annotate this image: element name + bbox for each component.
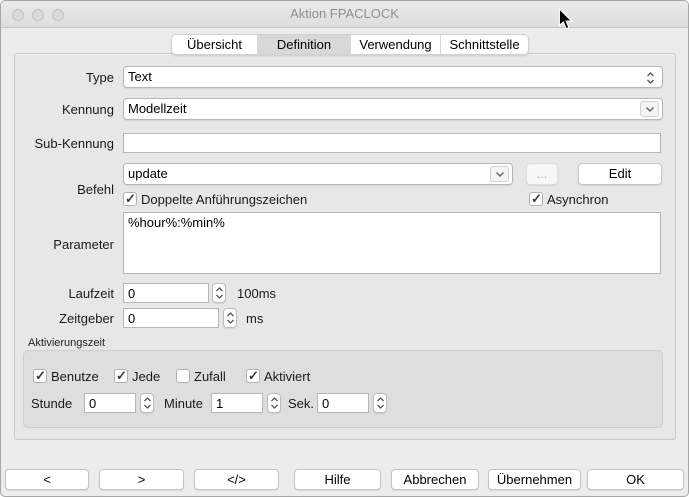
jede-checkbox[interactable]	[114, 369, 128, 383]
parameter-label: Parameter	[1, 237, 114, 252]
chevron-down-icon[interactable]	[490, 166, 509, 182]
befehl-value: update	[128, 166, 168, 181]
stunde-input[interactable]	[84, 393, 136, 413]
zeitgeber-unit: ms	[246, 311, 263, 326]
parameter-textarea[interactable]: %hour%:%min%	[123, 212, 661, 274]
close-button[interactable]	[12, 9, 24, 21]
aktiviert-checkbox[interactable]	[246, 369, 260, 383]
chevron-down-icon[interactable]	[640, 101, 659, 117]
abbrechen-button[interactable]: Abbrechen	[391, 469, 479, 490]
sub-kennung-input[interactable]	[123, 133, 661, 153]
aktiviert-label: Aktiviert	[264, 369, 310, 384]
tab-schnittstelle[interactable]: Schnittstelle	[441, 35, 528, 54]
titlebar: Aktion FPACLOCK	[1, 1, 688, 28]
zoom-button[interactable]	[52, 9, 64, 21]
befehl-more-button[interactable]: ...	[526, 163, 558, 185]
zeitgeber-label: Zeitgeber	[1, 311, 114, 326]
kennung-value: Modellzeit	[128, 101, 187, 116]
sek-input[interactable]	[317, 393, 369, 413]
befehl-label: Befehl	[1, 182, 114, 197]
zufall-label: Zufall	[194, 369, 226, 384]
befehl-edit-button[interactable]: Edit	[578, 163, 662, 185]
kennung-combobox[interactable]: Modellzeit	[123, 98, 663, 120]
benutze-label: Benutze	[51, 369, 99, 384]
laufzeit-input[interactable]	[123, 283, 209, 303]
stunde-stepper[interactable]	[140, 393, 154, 413]
stepper-updown-icon	[215, 285, 224, 301]
befehl-combobox[interactable]: update	[123, 163, 513, 185]
stepper-updown-icon	[226, 310, 235, 326]
sub-kennung-label: Sub-Kennung	[1, 136, 114, 151]
aktivierungszeit-title: Aktivierungszeit	[28, 337, 105, 349]
jede-label: Jede	[132, 369, 160, 384]
minimize-button[interactable]	[32, 9, 44, 21]
prev-button[interactable]: <	[5, 469, 89, 490]
aktivierungszeit-box	[23, 350, 663, 428]
stepper-updown-icon	[376, 395, 385, 411]
ok-button[interactable]: OK	[587, 469, 684, 490]
stunde-label: Stunde	[31, 396, 72, 411]
sek-stepper[interactable]	[373, 393, 387, 413]
minute-input[interactable]	[211, 393, 263, 413]
minute-label: Minute	[164, 396, 203, 411]
traffic-lights	[12, 9, 64, 21]
tab-verwendung[interactable]: Verwendung	[351, 35, 441, 54]
tab-bar: Übersicht Definition Verwendung Schnitts…	[171, 34, 529, 55]
stepper-updown-icon	[143, 395, 152, 411]
stepper-updown-icon	[270, 395, 279, 411]
code-button[interactable]: </>	[194, 469, 279, 490]
minute-stepper[interactable]	[267, 393, 281, 413]
type-popup[interactable]: Text	[123, 66, 663, 88]
popup-updown-icon	[646, 71, 655, 85]
laufzeit-label: Laufzeit	[1, 286, 114, 301]
sek-label: Sek.	[288, 396, 314, 411]
double-quotes-label: Doppelte Anführungszeichen	[141, 192, 307, 207]
uebernehmen-button[interactable]: Übernehmen	[488, 469, 581, 490]
tab-uebersicht[interactable]: Übersicht	[172, 35, 258, 54]
benutze-checkbox[interactable]	[33, 369, 47, 383]
zufall-checkbox[interactable]	[176, 369, 190, 383]
window-title: Aktion FPACLOCK	[1, 1, 688, 27]
zeitgeber-input[interactable]	[123, 308, 219, 328]
hilfe-button[interactable]: Hilfe	[294, 469, 381, 490]
mouse-cursor-icon	[558, 9, 574, 31]
laufzeit-unit: 100ms	[237, 286, 276, 301]
zeitgeber-stepper[interactable]	[223, 308, 237, 328]
tab-definition[interactable]: Definition	[258, 35, 351, 54]
dialog-window: Aktion FPACLOCK Übersicht Definition Ver…	[0, 0, 689, 497]
kennung-label: Kennung	[1, 102, 114, 117]
asynchron-checkbox[interactable]	[529, 192, 543, 206]
type-popup-value: Text	[128, 69, 152, 84]
double-quotes-checkbox[interactable]	[123, 192, 137, 206]
type-label: Type	[1, 70, 114, 85]
asynchron-label: Asynchron	[547, 192, 608, 207]
laufzeit-stepper[interactable]	[212, 283, 226, 303]
next-button[interactable]: >	[99, 469, 184, 490]
